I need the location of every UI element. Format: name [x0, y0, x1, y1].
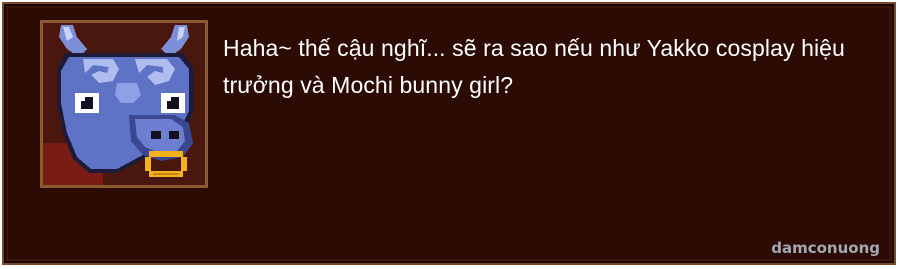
dialog-box[interactable]: Haha~ thế cậu nghĩ... sẽ ra sao nếu như … — [2, 2, 896, 265]
bull-character-portrait-icon — [43, 23, 205, 185]
portrait-frame — [40, 20, 208, 188]
dialog-text: Haha~ thế cậu nghĩ... sẽ ra sao nếu như … — [223, 35, 845, 98]
watermark-text: damconuong — [771, 239, 880, 257]
